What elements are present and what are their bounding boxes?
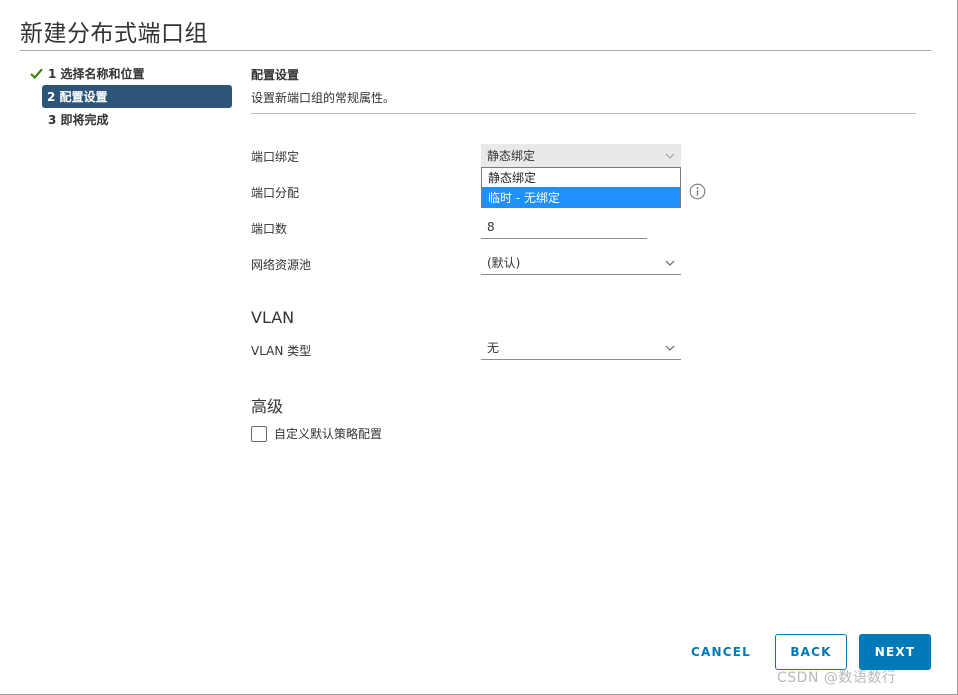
network-pool-label: 网络资源池 <box>251 258 312 272</box>
port-binding-dropdown: 静态绑定 临时 - 无绑定 <box>481 167 681 208</box>
step-2-label: 2 配置设置 <box>47 90 108 104</box>
title-divider <box>20 50 931 51</box>
next-button[interactable]: NEXT <box>859 634 931 670</box>
vlan-type-value: 无 <box>487 341 500 355</box>
step-2[interactable]: 2 配置设置 <box>42 85 232 108</box>
section-description: 设置新端口组的常规属性。 <box>251 91 396 105</box>
vlan-type-select[interactable]: 无 <box>481 336 681 360</box>
info-icon[interactable] <box>689 183 706 200</box>
customize-policy-label: 自定义默认策略配置 <box>274 427 383 441</box>
wizard-steps: 1 选择名称和位置 2 配置设置 3 即将完成 <box>27 62 233 131</box>
port-count-label: 端口数 <box>251 222 288 236</box>
port-binding-value: 静态绑定 <box>487 149 536 163</box>
chevron-down-icon <box>665 150 675 164</box>
section-title: 配置设置 <box>251 68 300 82</box>
dropdown-option-highlighted[interactable]: 临时 - 无绑定 <box>482 187 680 207</box>
section-divider <box>251 113 916 114</box>
advanced-heading: 高级 <box>251 397 284 416</box>
vlan-heading: VLAN <box>251 308 295 327</box>
customize-policy-checkbox[interactable] <box>251 425 267 442</box>
port-binding-label: 端口绑定 <box>251 150 300 164</box>
network-pool-select[interactable]: (默认) <box>481 251 681 275</box>
back-button[interactable]: BACK <box>775 634 847 670</box>
customize-policy-row[interactable]: 自定义默认策略配置 <box>251 425 382 442</box>
watermark: CSDN @数语数行 <box>777 670 897 686</box>
port-count-input[interactable]: 8 <box>481 215 647 239</box>
vlan-type-label: VLAN 类型 <box>251 344 312 358</box>
wizard-dialog: 新建分布式端口组 1 选择名称和位置 2 配置设置 3 即将完成 配置设置 设置… <box>0 0 958 695</box>
check-icon <box>27 68 45 79</box>
port-binding-select[interactable]: 静态绑定 <box>481 144 681 168</box>
section-header: 配置设置 设置新端口组的常规属性。 <box>251 66 916 106</box>
step-3[interactable]: 3 即将完成 <box>27 108 233 131</box>
dialog-title: 新建分布式端口组 <box>20 21 208 47</box>
step-1[interactable]: 1 选择名称和位置 <box>27 62 233 85</box>
chevron-down-icon <box>665 342 675 356</box>
step-1-label: 1 选择名称和位置 <box>48 67 145 81</box>
cancel-button[interactable]: CANCEL <box>682 634 760 670</box>
step-3-label: 3 即将完成 <box>48 113 109 127</box>
port-allocation-label: 端口分配 <box>251 186 300 200</box>
chevron-down-icon <box>665 257 675 271</box>
network-pool-value: (默认) <box>487 256 521 270</box>
dropdown-option[interactable]: 静态绑定 <box>482 168 680 187</box>
